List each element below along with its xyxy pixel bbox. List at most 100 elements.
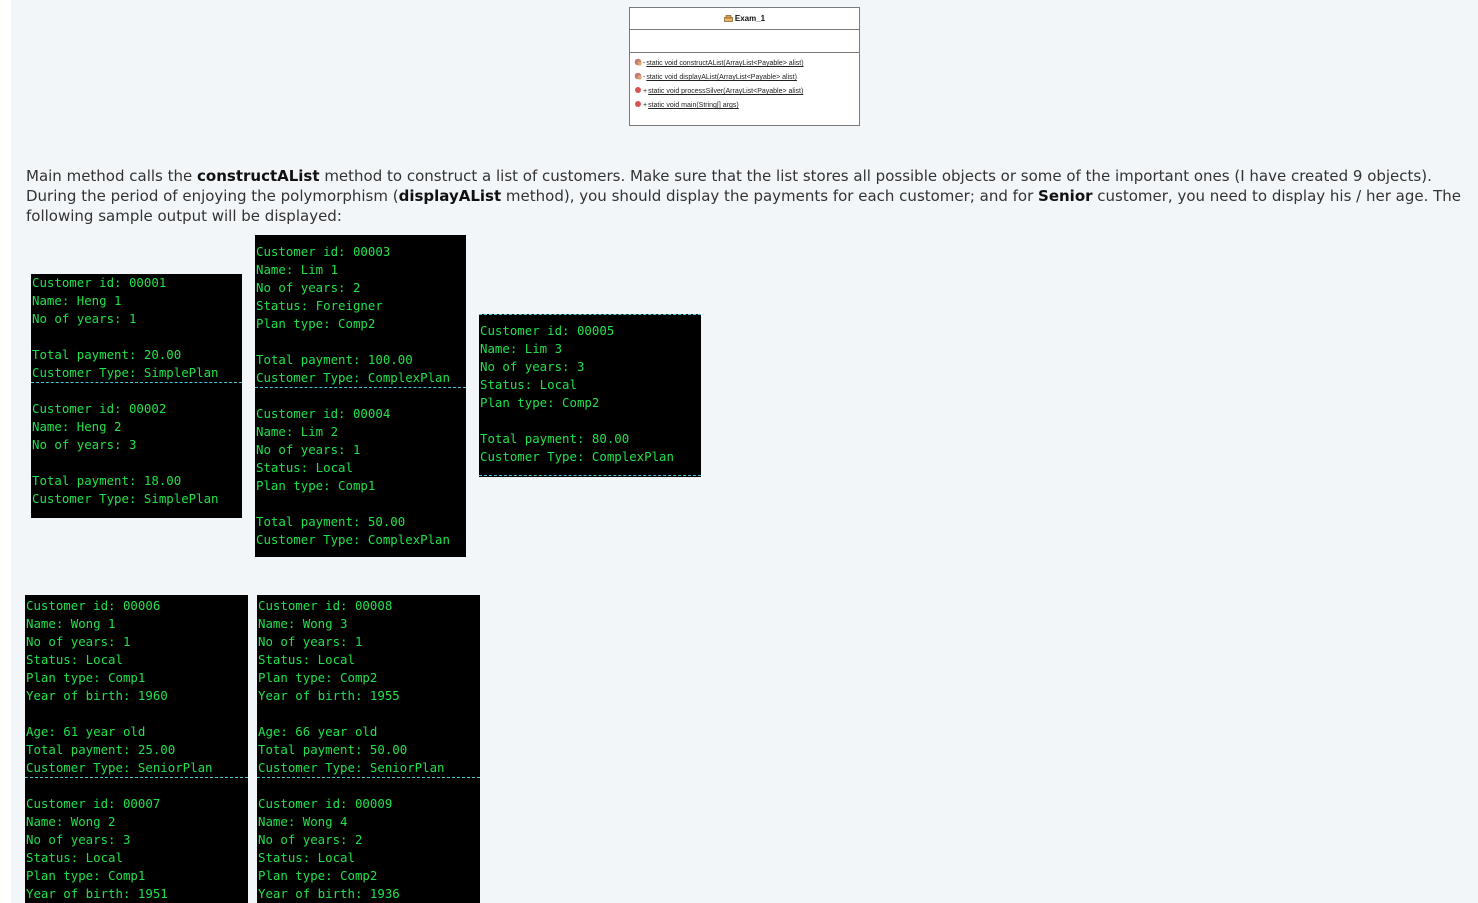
uml-method-row: -static void constructAList(ArrayList<Pa… [634,57,859,71]
console-line: No of years: 3 [26,832,131,847]
console-line: Year of birth: 1955 [258,688,400,703]
console-line: No of years: 3 [480,359,585,374]
separator-line [479,314,701,315]
console-line: No of years: 2 [258,832,363,847]
console-line: Customer id: 00002 [32,401,167,416]
console-line: No of years: 1 [32,311,137,326]
console-line: No of years: 1 [258,634,363,649]
left-margin-strip [0,0,11,903]
console-line: Customer id: 00005 [480,323,615,338]
console-line: Customer id: 00009 [258,796,393,811]
console-line: No of years: 3 [32,437,137,452]
console-line: No of years: 1 [26,634,131,649]
console-output-5: Customer id: 00008 Name: Wong 3 No of year… [257,595,480,903]
console-line: Status: Local [258,652,355,667]
separator-line [255,387,466,388]
uml-method-signature: static void constructAList(ArrayList<Pay… [646,60,804,67]
console-line: Name: Wong 2 [26,814,116,829]
private-method-icon [634,72,642,80]
console-line: Name: Wong 3 [258,616,348,631]
uml-methods-section: -static void constructAList(ArrayList<Pa… [630,53,859,113]
console-output-2: Customer id: 00003 Name: Lim 1 No of years… [255,235,466,557]
uml-method-row: -static void displayAList(ArrayList<Paya… [634,71,859,85]
console-line: Plan type: Comp2 [258,670,378,685]
console-line: No of years: 2 [256,280,361,295]
console-line: Status: Foreigner [256,298,383,313]
console-line: Name: Heng 2 [32,419,122,434]
console-output-3: Customer id: 00005 Name: Lim 3 No of years… [479,314,701,477]
uml-method-visibility: + [643,88,648,95]
console-line: Total payment: 100.00 [256,352,413,367]
console-line: Customer Type: SimplePlan [32,365,219,380]
console-line: Plan type: Comp1 [26,670,146,685]
console-line: Plan type: Comp2 [480,395,600,410]
console-output-4: Customer id: 00006 Name: Wong 1 No of year… [25,595,248,903]
uml-method-visibility: - [643,60,646,67]
console-line: Name: Heng 1 [32,293,122,308]
console-line: Year of birth: 1951 [26,886,168,901]
paragraph-bold-senior: Senior [1038,187,1093,205]
uml-method-row: +static void main(String[] args) [634,99,859,113]
console-line: Name: Wong 4 [258,814,348,829]
uml-method-visibility: - [643,74,646,81]
public-method-icon [635,101,641,107]
console-line: Total payment: 50.00 [258,742,408,757]
paragraph-bold-display: displayAList [398,187,502,205]
console-line: No of years: 1 [256,442,361,457]
console-line: Age: 61 year old [26,724,146,739]
console-line: Total payment: 50.00 [256,514,406,529]
uml-method-visibility: + [643,102,648,109]
console-line: Age: 66 year old [258,724,378,739]
uml-class-title: Exam_1 [630,8,859,30]
console-output-1: Customer id: 00001 Name: Heng 1 No of year… [31,274,242,518]
separator-line [479,475,701,476]
console-line: Year of birth: 1960 [26,688,168,703]
uml-method-signature: static void main(String[] args) [648,102,739,109]
console-line: Status: Local [256,460,353,475]
console-line: Customer Type: ComplexPlan [256,532,450,547]
console-line: Total payment: 80.00 [480,431,630,446]
paragraph-text: method), you should display the payments… [501,187,1039,205]
separator-line [31,382,242,383]
console-line: Name: Wong 1 [26,616,116,631]
console-line: Name: Lim 3 [480,341,563,356]
private-method-icon [634,58,642,66]
console-line: Customer id: 00007 [26,796,161,811]
console-line: Customer Type: ComplexPlan [256,370,450,385]
paragraph-bold-construct: constructAList [197,167,320,185]
uml-class-box: Exam_1 -static void constructAList(Array… [629,7,860,126]
class-icon [723,15,733,22]
console-line: Year of birth: 1936 [258,886,400,901]
paragraph-text: Main method calls the [26,167,198,185]
console-line: Name: Lim 1 [256,262,339,277]
console-line: Customer id: 00001 [32,275,167,290]
console-line: Customer Type: SeniorPlan [26,760,213,775]
uml-attributes-section [630,30,859,53]
console-line: Customer Type: SimplePlan [32,491,219,506]
console-line: Status: Local [26,850,123,865]
console-line: Total payment: 20.00 [32,347,182,362]
uml-class-name: Exam_1 [734,14,766,23]
console-line: Status: Local [26,652,123,667]
console-line: Total payment: 25.00 [26,742,176,757]
instruction-paragraph: Main method calls the constructAList met… [26,166,1466,226]
console-line: Customer id: 00008 [258,598,393,613]
console-line: Plan type: Comp1 [26,868,146,883]
uml-method-signature: static void processSilver(ArrayList<Paya… [648,88,804,95]
console-line: Customer id: 00006 [26,598,161,613]
console-line: Status: Local [258,850,355,865]
console-line: Customer Type: ComplexPlan [480,449,674,464]
separator-line [25,777,248,778]
public-method-icon [635,87,641,93]
console-line: Name: Lim 2 [256,424,339,439]
separator-line [257,777,480,778]
console-line: Plan type: Comp1 [256,478,376,493]
console-line: Customer id: 00004 [256,406,391,421]
console-line: Plan type: Comp2 [258,868,378,883]
console-line: Total payment: 18.00 [32,473,182,488]
console-line: Status: Local [480,377,577,392]
console-line: Customer id: 00003 [256,244,391,259]
uml-method-signature: static void displayAList(ArrayList<Payab… [646,74,797,81]
uml-method-row: +static void processSilver(ArrayList<Pay… [634,85,859,99]
console-line: Plan type: Comp2 [256,316,376,331]
